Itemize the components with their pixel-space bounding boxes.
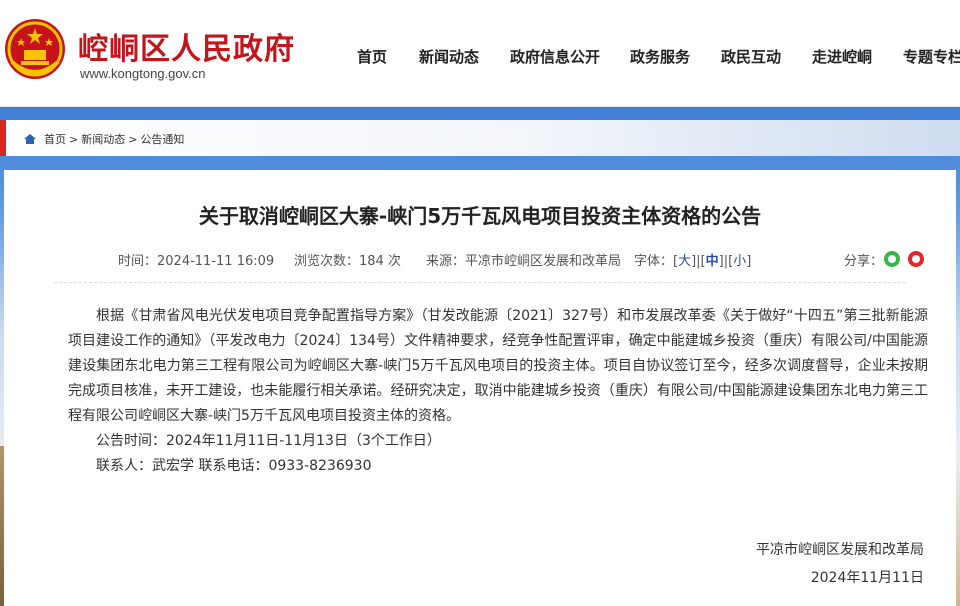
breadcrumb-news[interactable]: 新闻动态 [81,131,125,147]
font-size-label: 字体： [634,254,674,269]
main-nav: 首页 新闻动态 政府信息公开 政务服务 政民互动 走进崆峒 专题专栏 [340,46,960,68]
article-meta: 时间：2024-11-11 16:09 浏览次数：184 次 来源：平凉市崆峒区… [4,250,956,270]
meta-views-value: 184 [359,254,384,269]
meta-views-label: 浏览次数： [294,254,360,269]
contact-info: 联系人：武宏学 联系电话：0933-8236930 [96,458,372,474]
breadcrumb-bar: 首页 > 新闻动态 > 公告通知 [0,120,960,156]
meta-views: 浏览次数：184 次 [294,250,401,269]
body-paragraph: 根据《甘肃省风电光伏发电项目竞争配置指导方案》（甘发改能源〔2021〕327号）… [68,308,928,424]
home-icon [24,134,36,144]
font-small-button[interactable]: 小 [733,254,746,269]
meta-source-label: 来源： [426,254,466,269]
article-panel: 关于取消崆峒区大寨-峡门5万千瓦风电项目投资主体资格的公告 时间：2024-11… [4,170,956,606]
breadcrumb: 首页 > 新闻动态 > 公告通知 [24,131,184,147]
meta-time-label: 时间： [118,254,158,269]
nav-item-home[interactable]: 首页 [357,46,387,67]
breadcrumb-home[interactable]: 首页 [44,131,66,147]
nav-item-news[interactable]: 新闻动态 [419,46,479,67]
site-header: 崆峒区人民政府 www.kongtong.gov.cn 首页 新闻动态 政府信息… [0,0,960,107]
site-title[interactable]: 崆峒区人民政府 [78,24,295,68]
notice-period: 公告时间：2024年11月11日-11月13日（3个工作日） [96,433,441,449]
breadcrumb-separator: > [128,133,138,146]
meta-source: 来源：平凉市崆峒区发展和改革局 [426,250,621,269]
share-label: 分享： [844,254,884,269]
meta-divider [54,282,906,283]
font-size-control: 字体：[大]|[中]|[小] [634,254,752,269]
breadcrumb-notices[interactable]: 公告通知 [140,131,184,147]
signoff-org: 平凉市崆峒区发展和改革局 [756,542,924,558]
nav-item-about[interactable]: 走进崆峒 [812,46,872,67]
nav-item-services[interactable]: 政务服务 [630,46,690,67]
meta-views-unit: 次 [387,254,401,269]
weibo-share-icon[interactable] [908,251,924,267]
meta-time: 时间：2024-11-11 16:09 [118,250,274,269]
national-emblem-icon [5,19,65,79]
breadcrumb-separator: > [69,133,79,146]
site-url[interactable]: www.kongtong.gov.cn [80,66,206,81]
article-title: 关于取消崆峒区大寨-峡门5万千瓦风电项目投资主体资格的公告 [198,204,762,228]
meta-source-value: 平凉市崆峒区发展和改革局 [465,254,622,269]
breadcrumb-accent [0,120,6,156]
signoff-date: 2024年11月11日 [810,570,924,586]
nav-item-gov-info[interactable]: 政府信息公开 [510,46,600,67]
font-medium-button[interactable]: 中 [706,254,719,269]
meta-time-value: 2024-11-11 16:09 [157,254,275,269]
font-large-button[interactable]: 大 [678,254,691,269]
wechat-share-icon[interactable] [884,251,900,267]
nav-item-topics[interactable]: 专题专栏 [903,46,960,67]
signoff: 平凉市崆峒区发展和改革局 2024年11月11日 [756,536,924,592]
nav-item-interaction[interactable]: 政民互动 [721,46,781,67]
article-body: 根据《甘肃省风电光伏发电项目竞争配置指导方案》（甘发改能源〔2021〕327号）… [68,304,928,479]
